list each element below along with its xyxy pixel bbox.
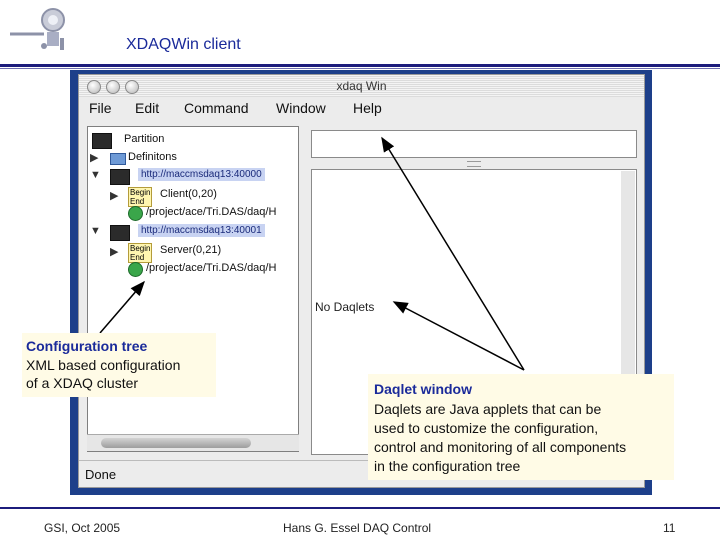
tree-horizontal-scrollbar[interactable]: [87, 434, 299, 451]
header-rule: [0, 64, 720, 67]
partition-icon: [92, 133, 112, 149]
host-computer-icon: [110, 169, 130, 185]
callout-text: in the configuration tree: [374, 458, 521, 474]
begin-end-icon: Begin End: [128, 187, 153, 207]
window-titlebar[interactable]: xdaq Win: [79, 75, 644, 98]
callout-text: XML based configuration: [26, 357, 181, 373]
header-rule-thin: [0, 68, 720, 69]
menu-file[interactable]: File: [89, 100, 112, 116]
tree-node-definitions[interactable]: Definitons: [128, 151, 177, 163]
callout-heading: Configuration tree: [26, 338, 148, 354]
configuration-tree[interactable]: Partition ▶ Definitons ▼ http://maccmsda…: [87, 126, 299, 452]
expand-server-icon[interactable]: ▶: [110, 245, 118, 258]
globe-icon: [128, 262, 143, 277]
callout-heading: Daqlet window: [374, 381, 472, 397]
menu-help[interactable]: Help: [353, 100, 382, 116]
footer-rule: [0, 507, 720, 509]
tree-node-host1-path[interactable]: /project/ace/Tri.DAS/daq/H: [146, 206, 276, 218]
globe-icon: [128, 206, 143, 221]
footer-left: GSI, Oct 2005: [44, 521, 121, 535]
window-title: xdaq Win: [336, 79, 387, 93]
configuration-tree-callout: Configuration tree XML based configurati…: [22, 333, 216, 397]
tree-node-client[interactable]: Client(0,20): [160, 188, 217, 200]
daqlet-toolbar-pane: [311, 130, 637, 158]
expand-client-icon[interactable]: ▶: [110, 189, 118, 202]
folder-icon: [110, 153, 126, 165]
begin-end-icon: Begin End: [128, 243, 153, 263]
host-computer-icon: [110, 225, 130, 241]
menu-edit[interactable]: Edit: [135, 100, 159, 116]
logo-icon: [10, 8, 65, 50]
split-pane-divider[interactable]: [467, 161, 481, 167]
callout-text: of a XDAQ cluster: [26, 375, 139, 391]
tree-node-host1-url[interactable]: http://maccmsdaq13:40000: [138, 168, 265, 181]
menu-bar: File Edit Command Window Help: [79, 97, 644, 119]
daqlet-window-callout: Daqlet window Daqlets are Java applets t…: [368, 374, 674, 480]
collapse-host2-icon[interactable]: ▼: [90, 225, 101, 237]
page-number: 11: [663, 521, 676, 535]
callout-text: control and monitoring of all components: [374, 439, 627, 455]
collapse-host1-icon[interactable]: ▼: [90, 169, 101, 181]
tree-node-partition[interactable]: Partition: [124, 133, 164, 145]
status-text: Done: [85, 467, 117, 482]
scrollbar-thumb[interactable]: [101, 438, 251, 448]
callout-text: Daqlets are Java applets that can be: [374, 401, 602, 417]
expand-definitions-icon[interactable]: ▶: [90, 151, 98, 164]
slide-title: XDAQWin client: [126, 36, 241, 53]
tree-node-host2-path[interactable]: /project/ace/Tri.DAS/daq/H: [146, 262, 276, 274]
footer-center: Hans G. Essel DAQ Control: [283, 521, 432, 535]
no-daqlets-label: No Daqlets: [315, 300, 375, 314]
tree-node-server[interactable]: Server(0,21): [160, 244, 221, 256]
tree-node-host2-url[interactable]: http://maccmsdaq13:40001: [138, 224, 265, 237]
menu-command[interactable]: Command: [184, 100, 249, 116]
menu-window[interactable]: Window: [276, 100, 326, 116]
callout-text: used to customize the configuration,: [374, 420, 599, 436]
